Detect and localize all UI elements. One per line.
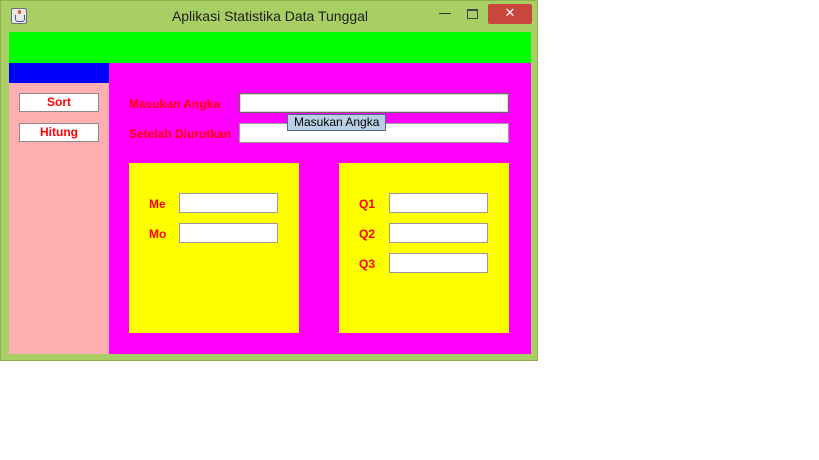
title-bar[interactable]: Aplikasi Statistika Data Tunggal — ✕ xyxy=(1,1,539,32)
q1-label: Q1 xyxy=(359,197,376,211)
sorted-label: Setelah Diurutkan xyxy=(129,127,232,141)
maximize-button[interactable] xyxy=(459,4,485,24)
q2-label: Q2 xyxy=(359,227,376,241)
close-button[interactable]: ✕ xyxy=(488,4,532,24)
mo-field[interactable] xyxy=(179,223,278,243)
content-frame: Sort Hitung Masukan Angka Setelah Diurut… xyxy=(9,32,531,354)
me-label: Me xyxy=(149,197,166,211)
central-tendency-panel: Me Mo xyxy=(129,163,299,333)
input-label: Masukan Angka xyxy=(129,97,220,111)
minimize-button[interactable]: — xyxy=(432,4,458,24)
app-window: Aplikasi Statistika Data Tunggal — ✕ Sor… xyxy=(0,0,538,361)
hitung-button[interactable]: Hitung xyxy=(19,123,99,142)
q3-field[interactable] xyxy=(389,253,488,273)
sidebar-header-bar xyxy=(9,63,109,83)
q1-field[interactable] xyxy=(389,193,488,213)
q3-label: Q3 xyxy=(359,257,376,271)
sort-button[interactable]: Sort xyxy=(19,93,99,112)
header-bar xyxy=(9,32,531,63)
input-tooltip: Masukan Angka xyxy=(287,114,387,131)
maximize-icon xyxy=(466,8,478,19)
main-panel: Masukan Angka Setelah Diurutkan Masukan … xyxy=(109,63,531,354)
sidebar-panel: Sort Hitung xyxy=(9,63,109,354)
number-input-field[interactable] xyxy=(239,93,509,113)
quartile-panel: Q1 Q2 Q3 xyxy=(339,163,509,333)
me-field[interactable] xyxy=(179,193,278,213)
q2-field[interactable] xyxy=(389,223,488,243)
mo-label: Mo xyxy=(149,227,167,241)
